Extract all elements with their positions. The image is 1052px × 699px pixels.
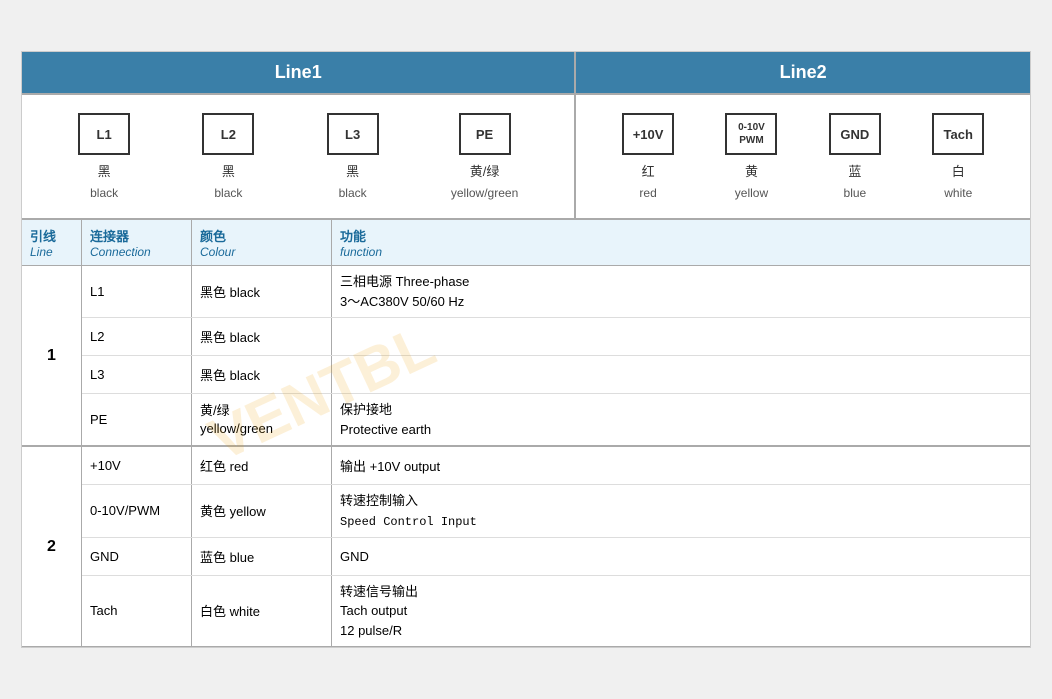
- connector-cn-gnd: 蓝: [848, 161, 861, 180]
- diagram-row: L1 黑 black L2 黑 black L3 黑 black PE 黄/绿 …: [22, 95, 1030, 220]
- connector-cn-10v: 红: [642, 161, 655, 180]
- speed-control-mono: Speed Control Input: [340, 515, 477, 529]
- th-conn: 连接器 Connection: [82, 220, 192, 265]
- connector-en-gnd: blue: [844, 186, 867, 200]
- connector-tach: Tach 白 white: [932, 113, 984, 200]
- td-func-10v: 输出 +10V output: [332, 447, 1030, 484]
- connector-box-pwm: 0-10VPWM: [725, 113, 777, 155]
- td-func-l1: 三相电源 Three-phase3～AC380V 50/60 Hz: [332, 266, 1030, 317]
- connector-l2: L2 黑 black: [202, 113, 254, 200]
- th-color-cn: 颜色: [200, 226, 323, 245]
- func-text-l1: 三相电源 Three-phase3～AC380V 50/60 Hz: [340, 272, 469, 311]
- table-row: 0-10V/PWM 黄色 yellow 转速控制输入Speed Control …: [82, 485, 1030, 538]
- line2-diagrams: +10V 红 red 0-10VPWM 黄 yellow GND 蓝 blue …: [576, 95, 1030, 218]
- line1-header-label: Line1: [275, 62, 322, 82]
- section2-rows: +10V 红色 red 输出 +10V output 0-10V/PWM 黄色 …: [82, 447, 1030, 646]
- func-text-pwm: 转速控制输入Speed Control Input: [340, 491, 477, 531]
- line1-diagrams: L1 黑 black L2 黑 black L3 黑 black PE 黄/绿 …: [22, 95, 576, 218]
- td-conn-gnd: GND: [82, 538, 192, 575]
- connector-pwm: 0-10VPWM 黄 yellow: [725, 113, 777, 200]
- connector-l3: L3 黑 black: [327, 113, 379, 200]
- td-color-l2: 黑色 black: [192, 318, 332, 355]
- th-func-en: function: [340, 245, 1022, 259]
- table-row: Tach 白色 white 转速信号输出Tach output12 pulse/…: [82, 576, 1030, 647]
- section1-line-number: 1: [22, 266, 82, 445]
- func-text-pe: 保护接地Protective earth: [340, 400, 431, 439]
- connector-box-10v: +10V: [622, 113, 674, 155]
- connector-box-l2: L2: [202, 113, 254, 155]
- header-row: Line1 Line2: [22, 52, 1030, 95]
- connector-en-pwm: yellow: [735, 186, 768, 200]
- td-conn-10v: +10V: [82, 447, 192, 484]
- connector-en-l2: black: [214, 186, 242, 200]
- connector-box-l1: L1: [78, 113, 130, 155]
- td-color-pwm: 黄色 yellow: [192, 485, 332, 537]
- td-color-gnd: 蓝色 blue: [192, 538, 332, 575]
- line1-header: Line1: [22, 52, 576, 93]
- section1-rows: L1 黑色 black 三相电源 Three-phase3～AC380V 50/…: [82, 266, 1030, 445]
- line2-header-label: Line2: [780, 62, 827, 82]
- connector-cn-l2: 黑: [222, 161, 235, 180]
- th-line: 引线 Line: [22, 220, 82, 265]
- table-row: L2 黑色 black: [82, 318, 1030, 356]
- connector-box-pe: PE: [459, 113, 511, 155]
- th-conn-en: Connection: [90, 245, 183, 259]
- table-row: PE 黄/绿 yellow/green 保护接地Protective earth: [82, 394, 1030, 445]
- th-func-cn: 功能: [340, 226, 1022, 245]
- td-color-pe: 黄/绿 yellow/green: [192, 394, 332, 445]
- td-func-gnd: GND: [332, 538, 1030, 575]
- connector-10v: +10V 红 red: [622, 113, 674, 200]
- main-container: VENTBL Line1 Line2 L1 黑 black L2 黑 black: [21, 51, 1031, 648]
- td-color-pe-cn: 黄/绿: [200, 400, 230, 419]
- table-row: GND 蓝色 blue GND: [82, 538, 1030, 576]
- connector-en-tach: white: [944, 186, 972, 200]
- connector-pe: PE 黄/绿 yellow/green: [451, 113, 518, 200]
- th-conn-cn: 连接器: [90, 226, 183, 245]
- td-conn-l2: L2: [82, 318, 192, 355]
- connector-box-gnd: GND: [829, 113, 881, 155]
- td-conn-l1: L1: [82, 266, 192, 317]
- section2-line-number: 2: [22, 447, 82, 646]
- table-header: 引线 Line 连接器 Connection 颜色 Colour 功能 func…: [22, 220, 1030, 266]
- td-conn-pwm: 0-10V/PWM: [82, 485, 192, 537]
- connector-cn-l3: 黑: [346, 161, 359, 180]
- connector-cn-l1: 黑: [98, 161, 111, 180]
- table-row: +10V 红色 red 输出 +10V output: [82, 447, 1030, 485]
- line2-header: Line2: [576, 52, 1030, 93]
- th-color: 颜色 Colour: [192, 220, 332, 265]
- connector-l1: L1 黑 black: [78, 113, 130, 200]
- th-line-cn: 引线: [30, 226, 73, 245]
- connector-en-pe: yellow/green: [451, 186, 518, 200]
- td-color-l1: 黑色 black: [192, 266, 332, 317]
- td-conn-l3: L3: [82, 356, 192, 393]
- th-func: 功能 function: [332, 220, 1030, 265]
- td-color-tach: 白色 white: [192, 576, 332, 647]
- td-color-10v: 红色 red: [192, 447, 332, 484]
- td-func-tach: 转速信号输出Tach output12 pulse/R: [332, 576, 1030, 647]
- connector-box-l3: L3: [327, 113, 379, 155]
- td-func-l2: [332, 318, 1030, 355]
- td-conn-pe: PE: [82, 394, 192, 445]
- td-func-pwm: 转速控制输入Speed Control Input: [332, 485, 1030, 537]
- connector-en-l3: black: [339, 186, 367, 200]
- td-conn-tach: Tach: [82, 576, 192, 647]
- table-row: L1 黑色 black 三相电源 Three-phase3～AC380V 50/…: [82, 266, 1030, 318]
- connector-gnd: GND 蓝 blue: [829, 113, 881, 200]
- td-color-pe-en: yellow/green: [200, 421, 273, 436]
- connector-box-tach: Tach: [932, 113, 984, 155]
- th-line-en: Line: [30, 245, 73, 259]
- connector-cn-pwm: 黄: [745, 161, 758, 180]
- th-color-en: Colour: [200, 245, 323, 259]
- connector-cn-pe: 黄/绿: [470, 161, 500, 180]
- td-func-l3: [332, 356, 1030, 393]
- section2-group: 2 +10V 红色 red 输出 +10V output 0-10V/PWM 黄…: [22, 447, 1030, 647]
- td-func-pe: 保护接地Protective earth: [332, 394, 1030, 445]
- connector-en-l1: black: [90, 186, 118, 200]
- table-row: L3 黑色 black: [82, 356, 1030, 394]
- connector-en-10v: red: [639, 186, 656, 200]
- section1-group: 1 L1 黑色 black 三相电源 Three-phase3～AC380V 5…: [22, 266, 1030, 447]
- func-text-tach: 转速信号输出Tach output12 pulse/R: [340, 582, 418, 641]
- td-color-l3: 黑色 black: [192, 356, 332, 393]
- connector-cn-tach: 白: [952, 161, 965, 180]
